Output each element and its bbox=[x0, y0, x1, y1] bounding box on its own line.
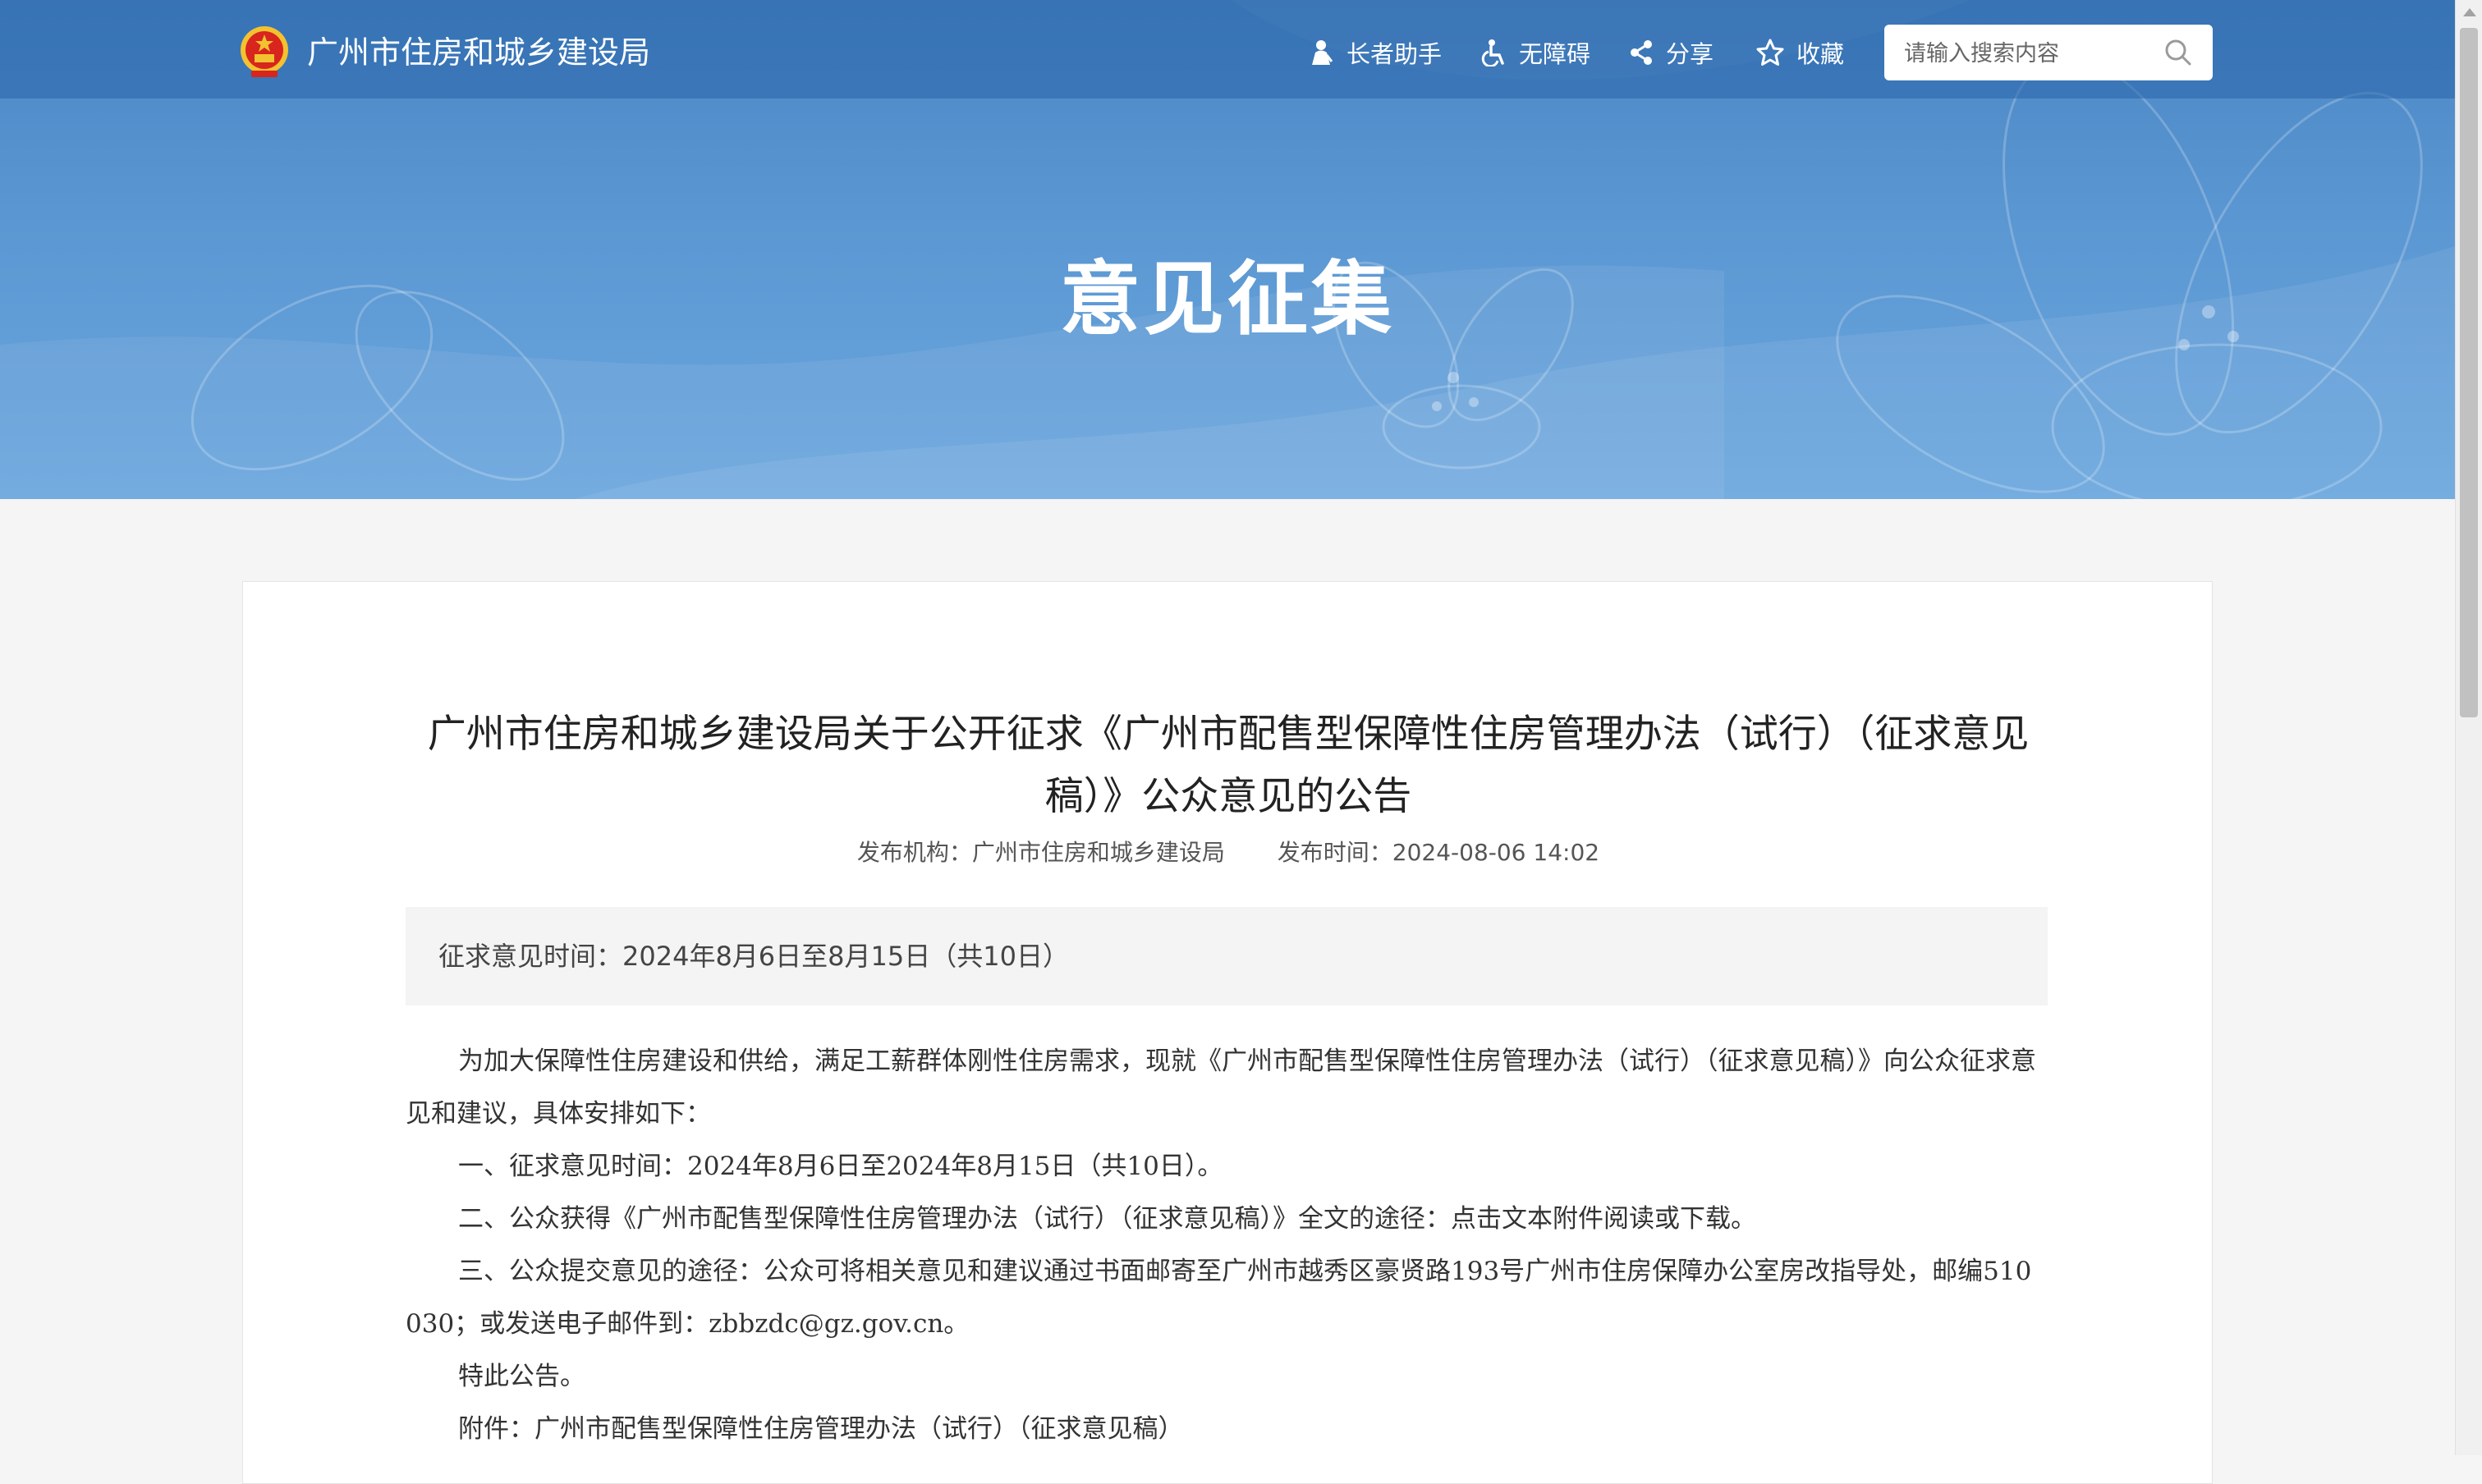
scroll-up-arrow-icon[interactable] bbox=[2463, 8, 2476, 16]
share-button[interactable]: 分享 bbox=[1628, 33, 1714, 72]
body-paragraph: 二、公众获得《广州市配售型保障性住房管理办法（试行）（征求意见稿）》全文的途径：… bbox=[458, 1204, 1756, 1234]
body-paragraph: 一、征求意见时间：2024年8月6日至2024年8月15日（共10日）。 bbox=[458, 1152, 1223, 1181]
publish-time-label: 发布时间： bbox=[1277, 839, 1392, 866]
elder-helper-button[interactable]: 长者助手 bbox=[1307, 33, 1442, 72]
accessibility-button[interactable]: 无障碍 bbox=[1480, 33, 1590, 72]
article-body: 为加大保障性住房建设和供给，满足工薪群体刚性住房需求，现就《广州市配售型保障性住… bbox=[406, 1035, 2048, 1455]
scrollbar-thumb[interactable] bbox=[2460, 28, 2478, 717]
national-emblem-logo[interactable] bbox=[238, 23, 291, 80]
publisher-label: 发布机构： bbox=[856, 839, 972, 866]
favorite-button[interactable]: 收藏 bbox=[1755, 33, 1844, 72]
accessibility-icon bbox=[1481, 39, 1504, 66]
site-title[interactable]: 广州市住房和城乡建设局 bbox=[307, 31, 650, 74]
comment-period-text: 征求意见时间：2024年8月6日至8月15日（共10日） bbox=[438, 941, 1069, 972]
share-icon bbox=[1631, 40, 1652, 65]
banner-title: 意见征集 bbox=[1059, 253, 1395, 346]
search-box bbox=[1884, 25, 2213, 80]
accessibility-label: 无障碍 bbox=[1519, 40, 1591, 68]
elder-helper-label: 长者助手 bbox=[1347, 40, 1443, 68]
comment-period-box: 征求意见时间：2024年8月6日至8月15日（共10日） bbox=[406, 907, 2048, 1005]
search-input[interactable] bbox=[1902, 33, 2152, 74]
elder-helper-icon bbox=[1312, 40, 1333, 65]
body-paragraph: 三、公众提交意见的途径：公众可将相关意见和建议通过书面邮寄至广州市越秀区豪贤路1… bbox=[406, 1257, 2032, 1339]
banner: 广州市住房和城乡建设局 长者助手 无障碍 分享 收藏 请输入搜索内容 意见征集 bbox=[0, 0, 2455, 499]
publish-time-value: 2024-08-06 14:02 bbox=[1392, 839, 1600, 866]
star-icon bbox=[1756, 39, 1784, 66]
publisher-value: 广州市住房和城乡建设局 bbox=[971, 839, 1225, 866]
body-paragraph: 为加大保障性住房建设和供给，满足工薪群体刚性住房需求，现就《广州市配售型保障性住… bbox=[406, 1047, 2036, 1129]
article-meta: 发布机构：广州市住房和城乡建设局 发布时间：2024-08-06 14:02 bbox=[407, 836, 2049, 869]
search-icon[interactable] bbox=[2163, 38, 2193, 67]
share-label: 分享 bbox=[1666, 40, 1714, 68]
attachment-link[interactable]: 附件：广州市配售型保障性住房管理办法（试行）（征求意见稿） bbox=[406, 1403, 2048, 1455]
vertical-scrollbar[interactable] bbox=[2455, 0, 2482, 1455]
article-card: 广州市住房和城乡建设局关于公开征求《广州市配售型保障性住房管理办法（试行）（征求… bbox=[242, 581, 2213, 1484]
article-title: 广州市住房和城乡建设局关于公开征求《广州市配售型保障性住房管理办法（试行）（征求… bbox=[427, 712, 2030, 819]
body-paragraph: 特此公告。 bbox=[458, 1362, 585, 1391]
favorite-label: 收藏 bbox=[1796, 40, 1845, 68]
